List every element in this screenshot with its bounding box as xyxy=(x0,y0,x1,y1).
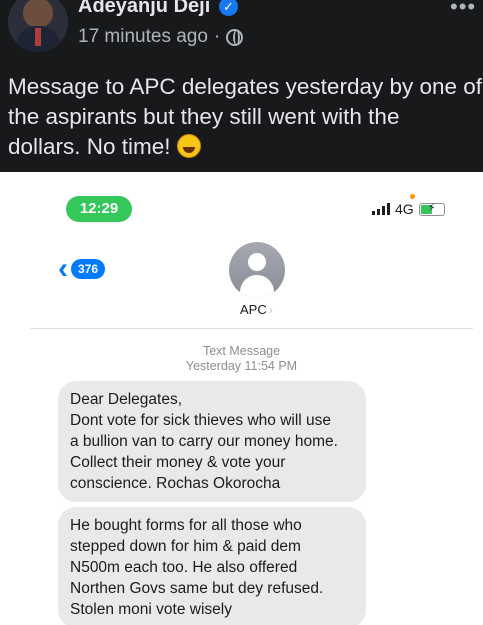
avatar-tie xyxy=(35,28,41,46)
facebook-post: Adeyanju Deji ✓ 17 minutes ago · ••• Mes… xyxy=(0,0,483,625)
globe-icon xyxy=(226,28,244,46)
contact-avatar[interactable] xyxy=(229,242,285,298)
chevron-left-icon: ‹ xyxy=(58,252,68,285)
message-timestamp: Yesterday 11:54 PM xyxy=(185,359,298,373)
post-body: Message to APC delegates yesterday by on… xyxy=(8,74,483,159)
signal-strength-icon xyxy=(372,203,390,215)
verified-badge-icon: ✓ xyxy=(219,0,238,16)
nav-divider xyxy=(30,328,473,329)
attached-screenshot[interactable]: 12:29 4G ⚡ ‹ 376 APC › Text Message Yeste… xyxy=(0,172,483,625)
contact-name-label: APC xyxy=(240,302,267,317)
meta-separator: · xyxy=(213,26,221,47)
message-bubble[interactable]: Dear Delegates, Dont vote for sick thiev… xyxy=(58,381,366,502)
person-head-icon xyxy=(248,253,266,271)
back-button[interactable]: ‹ 376 xyxy=(58,252,106,285)
network-label: 4G xyxy=(395,201,414,217)
more-options-icon[interactable]: ••• xyxy=(450,0,476,20)
message-type-label: Text Message xyxy=(202,344,281,358)
status-indicators: 4G ⚡ xyxy=(372,201,445,217)
orange-indicator-icon xyxy=(410,194,415,199)
battery-charging-icon: ⚡ xyxy=(418,202,445,216)
post-text: Message to APC delegates yesterday by on… xyxy=(8,72,483,162)
rolling-on-floor-laughing-icon xyxy=(176,134,201,158)
chevron-right-icon: › xyxy=(268,303,273,317)
person-body-icon xyxy=(240,275,274,298)
author-avatar[interactable] xyxy=(8,0,68,52)
post-timestamp[interactable]: 17 minutes ago xyxy=(78,26,208,48)
message-bubble[interactable]: He bought forms for all those who steppe… xyxy=(58,507,366,625)
contact-name[interactable]: APC › xyxy=(240,302,273,317)
conversation-meta: Text Message Yesterday 11:54 PM xyxy=(0,344,483,374)
status-time: 12:29 xyxy=(66,196,132,222)
unread-count-badge: 376 xyxy=(71,259,106,279)
author-name[interactable]: Adeyanju Deji xyxy=(78,0,210,18)
post-meta: 17 minutes ago · xyxy=(78,26,244,48)
